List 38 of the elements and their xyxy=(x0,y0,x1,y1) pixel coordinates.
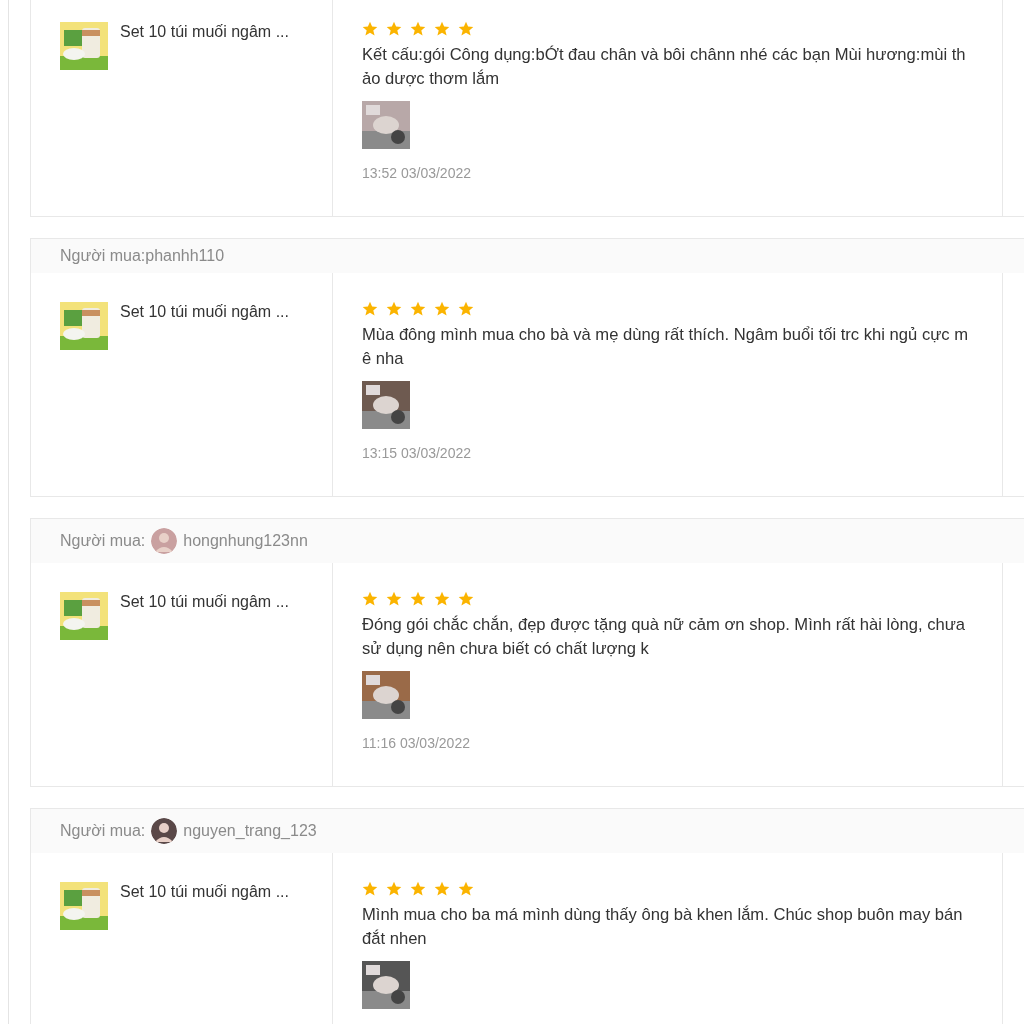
star-icon xyxy=(410,591,426,607)
star-icon xyxy=(410,301,426,317)
star-icon xyxy=(386,21,402,37)
star-icon xyxy=(458,301,474,317)
product-name[interactable]: Set 10 túi muối ngâm ... xyxy=(120,592,289,612)
product-name[interactable]: Set 10 túi muối ngâm ... xyxy=(120,22,289,42)
star-icon xyxy=(434,301,450,317)
avatar xyxy=(151,528,178,554)
star-icon xyxy=(362,301,378,317)
star-icon xyxy=(434,591,450,607)
product-name[interactable]: Set 10 túi muối ngâm ... xyxy=(120,882,289,902)
product-name[interactable]: Set 10 túi muối ngâm ... xyxy=(120,302,289,322)
star-icon xyxy=(458,21,474,37)
buyer-label: Người mua: xyxy=(60,822,146,840)
star-icon xyxy=(410,881,426,897)
star-icon xyxy=(386,591,402,607)
review-text: Đóng gói chắc chắn, đẹp được tặng quà nữ cảm ơn shop. Mình rất hài lòng, chưa sử dụng nên chưa biết có chất lượng k xyxy=(362,614,967,660)
star-icon xyxy=(362,21,378,37)
review-text: Mùa đông mình mua cho bà và mẹ dùng rất thích. Ngâm buổi tối trc khi ngủ cực mê nha xyxy=(362,324,970,370)
star-icon xyxy=(434,21,450,37)
star-icon xyxy=(386,301,402,317)
buyer-name: nguyen_trang_123 xyxy=(183,822,317,840)
star-icon xyxy=(362,881,378,897)
star-icon xyxy=(434,881,450,897)
avatar xyxy=(151,818,178,844)
star-icon xyxy=(458,881,474,897)
review-text: Mình mua cho ba má mình dùng thấy ông bà khen lắm. Chúc shop buôn may bán đắt nhen xyxy=(362,904,964,950)
buyer-label: Người mua: xyxy=(60,532,146,550)
review-time: 13:52 03/03/2022 xyxy=(362,165,472,181)
buyer-name: Người mua:phanhh110 xyxy=(60,247,225,265)
star-icon xyxy=(386,881,402,897)
star-icon xyxy=(410,21,426,37)
star-icon xyxy=(362,591,378,607)
review-text: Kết cấu:gói Công dụng:bỚt đau chân và bôi chânn nhé các bạn Mùi hương:mùi thảo dược thơm lắm xyxy=(362,44,967,90)
review-time: 13:15 03/03/2022 xyxy=(362,445,472,461)
review-time: 11:16 03/03/2022 xyxy=(362,735,471,751)
star-icon xyxy=(458,591,474,607)
buyer-name: hongnhung123nn xyxy=(183,532,308,550)
